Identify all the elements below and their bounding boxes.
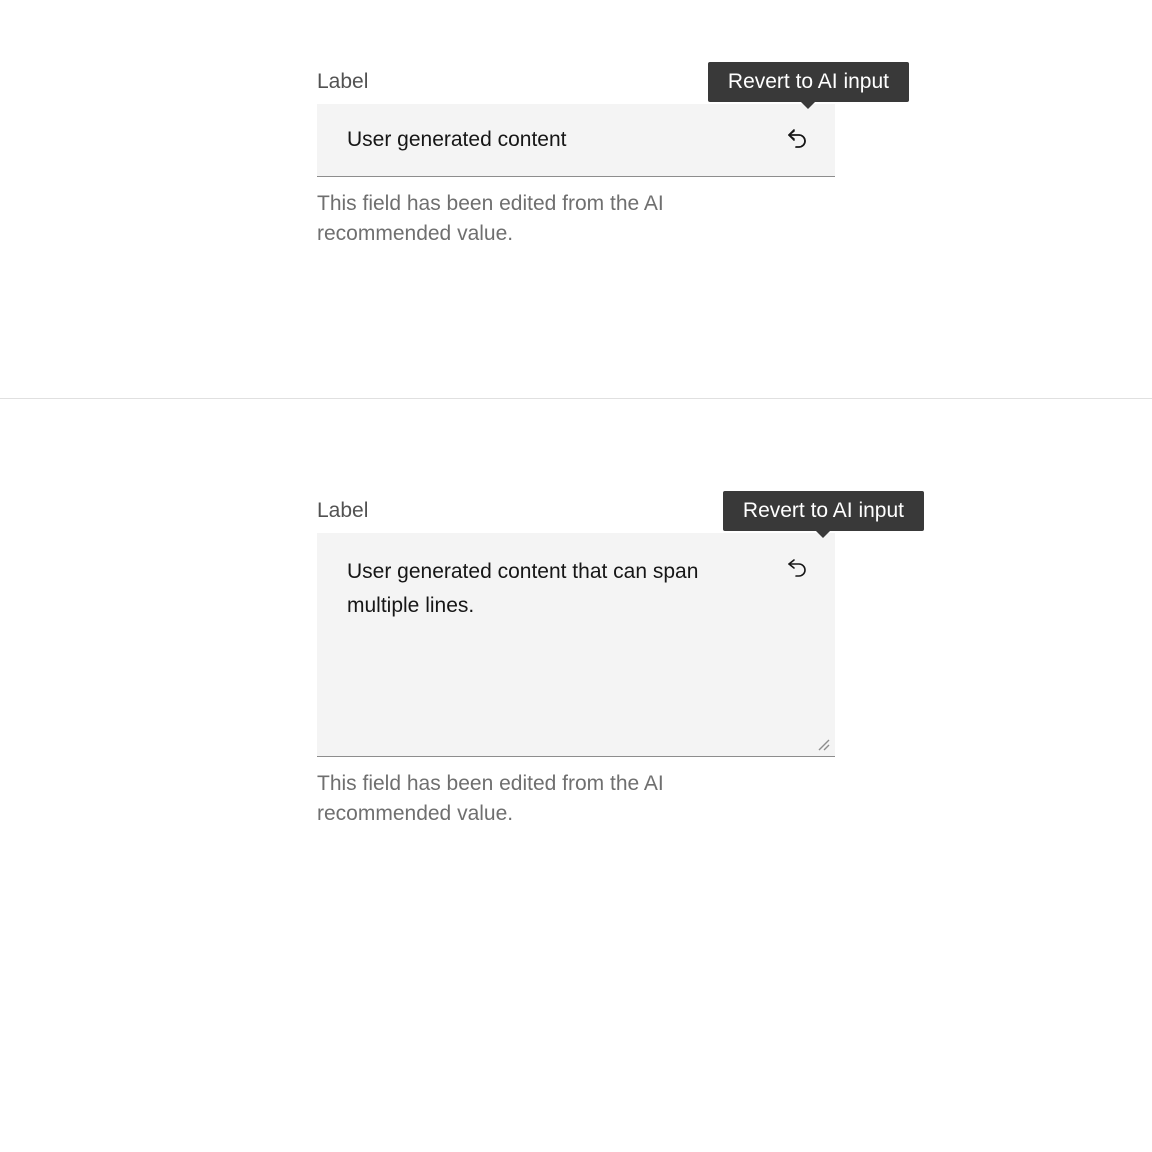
input-row <box>317 104 835 177</box>
revert-tooltip: Revert to AI input <box>708 62 909 102</box>
helper-text: This field has been edited from the AI r… <box>317 769 737 828</box>
tooltip-text: Revert to AI input <box>728 70 889 93</box>
undo-icon <box>785 555 809 579</box>
tooltip-text: Revert to AI input <box>743 499 904 522</box>
revert-tooltip: Revert to AI input <box>723 491 924 531</box>
field-wrapper: Revert to AI input Label This field has … <box>317 70 835 248</box>
textarea-example: Revert to AI input Label This field has … <box>0 398 1152 988</box>
field-wrapper: Revert to AI input Label This field has … <box>317 499 835 828</box>
textarea-input[interactable] <box>317 533 835 756</box>
helper-text: This field has been edited from the AI r… <box>317 189 737 248</box>
text-input-example: Revert to AI input Label This field has … <box>0 0 1152 398</box>
text-input[interactable] <box>317 104 775 176</box>
textarea-row <box>317 533 835 757</box>
undo-icon <box>785 126 809 150</box>
